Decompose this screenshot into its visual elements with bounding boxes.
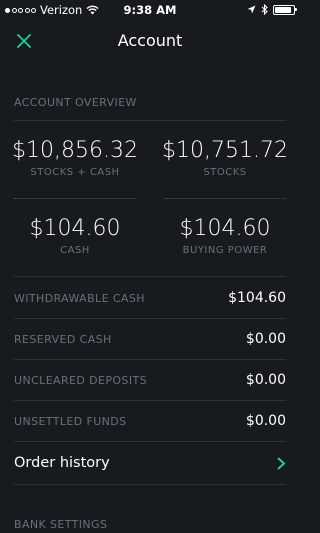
row-value: $0.00 [245,413,286,429]
row-label: UNCLEARED DEPOSITS [14,373,147,387]
row-label: WITHDRAWABLE CASH [14,291,145,305]
divider [14,120,286,121]
battery-fill [275,6,292,13]
stocks-cash-value: $10,856.32 [12,138,138,163]
nav-bar: Account [0,20,300,62]
divider [14,276,286,277]
reserved-cash-row: RESERVED CASH $0.00 [14,319,286,359]
dotted-divider [164,198,286,199]
buying-power-label: BUYING POWER [182,245,268,256]
divider [14,484,286,485]
buying-power-stat: $104.60 BUYING POWER [150,216,300,256]
order-history-label: Order history [14,455,110,471]
stocks-label: STOCKS [203,167,247,178]
bank-settings-header: BANK SETTINGS [14,518,108,531]
cash-label: CASH [60,245,90,256]
close-button[interactable] [10,27,38,55]
account-overview-header: ACCOUNT OVERVIEW [14,96,137,109]
stocks-cash-stat: $10,856.32 STOCKS + CASH [0,138,150,178]
stocks-cash-label: STOCKS + CASH [30,167,120,178]
chevron-right-icon [277,457,285,469]
row-label: RESERVED CASH [14,332,112,346]
status-right [247,4,297,15]
page-title: Account [117,31,183,50]
stocks-stat: $10,751.72 STOCKS [150,138,300,178]
location-arrow-icon [247,5,256,14]
order-history-row[interactable]: Order history [14,443,286,483]
close-icon [17,34,31,48]
account-screen: Verizon 9:38 AM Account ACCOUNT OVERVIEW… [0,0,300,533]
cash-value: $104.60 [29,216,121,241]
buying-power-value: $104.60 [179,216,271,241]
divider [14,441,286,442]
dotted-divider [14,198,136,199]
row-value: $104.60 [228,290,286,306]
row-value: $0.00 [245,372,286,388]
unsettled-funds-row: UNSETTLED FUNDS $0.00 [14,401,286,441]
row-value: $0.00 [245,331,286,347]
battery-icon [273,4,297,15]
cash-stat: $104.60 CASH [0,216,150,256]
withdrawable-cash-row: WITHDRAWABLE CASH $104.60 [14,278,286,318]
stocks-value: $10,751.72 [162,138,288,163]
bluetooth-icon [261,4,268,15]
row-label: UNSETTLED FUNDS [14,414,127,428]
status-bar: Verizon 9:38 AM [0,0,300,20]
uncleared-deposits-row: UNCLEARED DEPOSITS $0.00 [14,360,286,400]
